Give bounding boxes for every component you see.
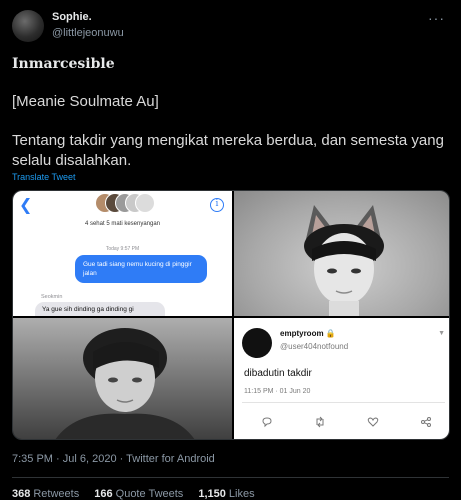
retweets-stat[interactable]: 368 Retweets [12, 488, 79, 500]
tweet-text: Tentang takdir yang mengikat mereka berd… [12, 132, 444, 169]
embedded-name: emptyroom 🔒 [280, 329, 336, 338]
embedded-divider [242, 402, 445, 403]
quotes-stat[interactable]: 166 Quote Tweets [94, 488, 183, 500]
divider [12, 477, 449, 478]
media-photo-cat-ears[interactable] [234, 191, 449, 316]
embedded-avatar [242, 328, 272, 358]
more-icon[interactable]: ··· [428, 10, 445, 26]
group-avatars [95, 193, 155, 215]
tweet-stats: 368 Retweets 166 Quote Tweets 1,150 Likes [12, 488, 267, 500]
incoming-message: Ya gue sih dinding ga dinding gi [35, 302, 165, 316]
info-icon: i [210, 198, 224, 212]
embedded-handle: @user404notfound [280, 342, 349, 351]
media-photo-portrait[interactable] [13, 318, 232, 439]
avatar[interactable] [12, 10, 44, 42]
likes-stat[interactable]: 1,150 Likes [198, 488, 254, 500]
like-icon [366, 415, 380, 429]
media-grid: ❮ i 4 sehat 5 mati kesenyangan Today 9:5… [12, 190, 450, 440]
reply-icon [260, 415, 274, 429]
author-name[interactable]: Sophie. [52, 11, 92, 23]
chevron-down-icon: ▼ [438, 330, 445, 337]
retweet-icon [313, 415, 327, 429]
outgoing-message: Gue tadi siang nemu kucing di pinggir ja… [75, 255, 207, 283]
portrait-illustration-2 [55, 328, 195, 439]
share-icon [419, 415, 433, 429]
tweet-header: Sophie. @littlejeonuwu ··· [12, 10, 449, 42]
portrait-illustration [304, 205, 384, 316]
chat-group-name: 4 sehat 5 mati kesenyangan [84, 221, 161, 227]
embedded-text: dibadutin takdir [244, 368, 312, 379]
media-chat-screenshot[interactable]: ❮ i 4 sehat 5 mati kesenyangan Today 9:5… [13, 191, 232, 316]
tweet-subtitle: [Meanie Soulmate Au] [12, 93, 159, 110]
lock-icon: 🔒 [325, 329, 336, 338]
tweet-meta: 7:35 PM · Jul 6, 2020 · Twitter for Andr… [12, 453, 215, 465]
embedded-date: 11:15 PM · 01 Jun 20 [244, 388, 311, 395]
chat-sender: Seokmin [41, 294, 63, 300]
tweet-title: Inmarcesible [12, 56, 115, 72]
chat-time: Today 9:57 PM [105, 246, 140, 252]
author-handle[interactable]: @littlejeonuwu [52, 27, 124, 39]
media-tweet-screenshot[interactable]: emptyroom 🔒 @user404notfound ▼ dibadutin… [234, 318, 449, 439]
translate-tweet-link[interactable]: Translate Tweet [12, 172, 76, 182]
embedded-actions [260, 415, 433, 429]
back-icon: ❮ [19, 197, 33, 214]
